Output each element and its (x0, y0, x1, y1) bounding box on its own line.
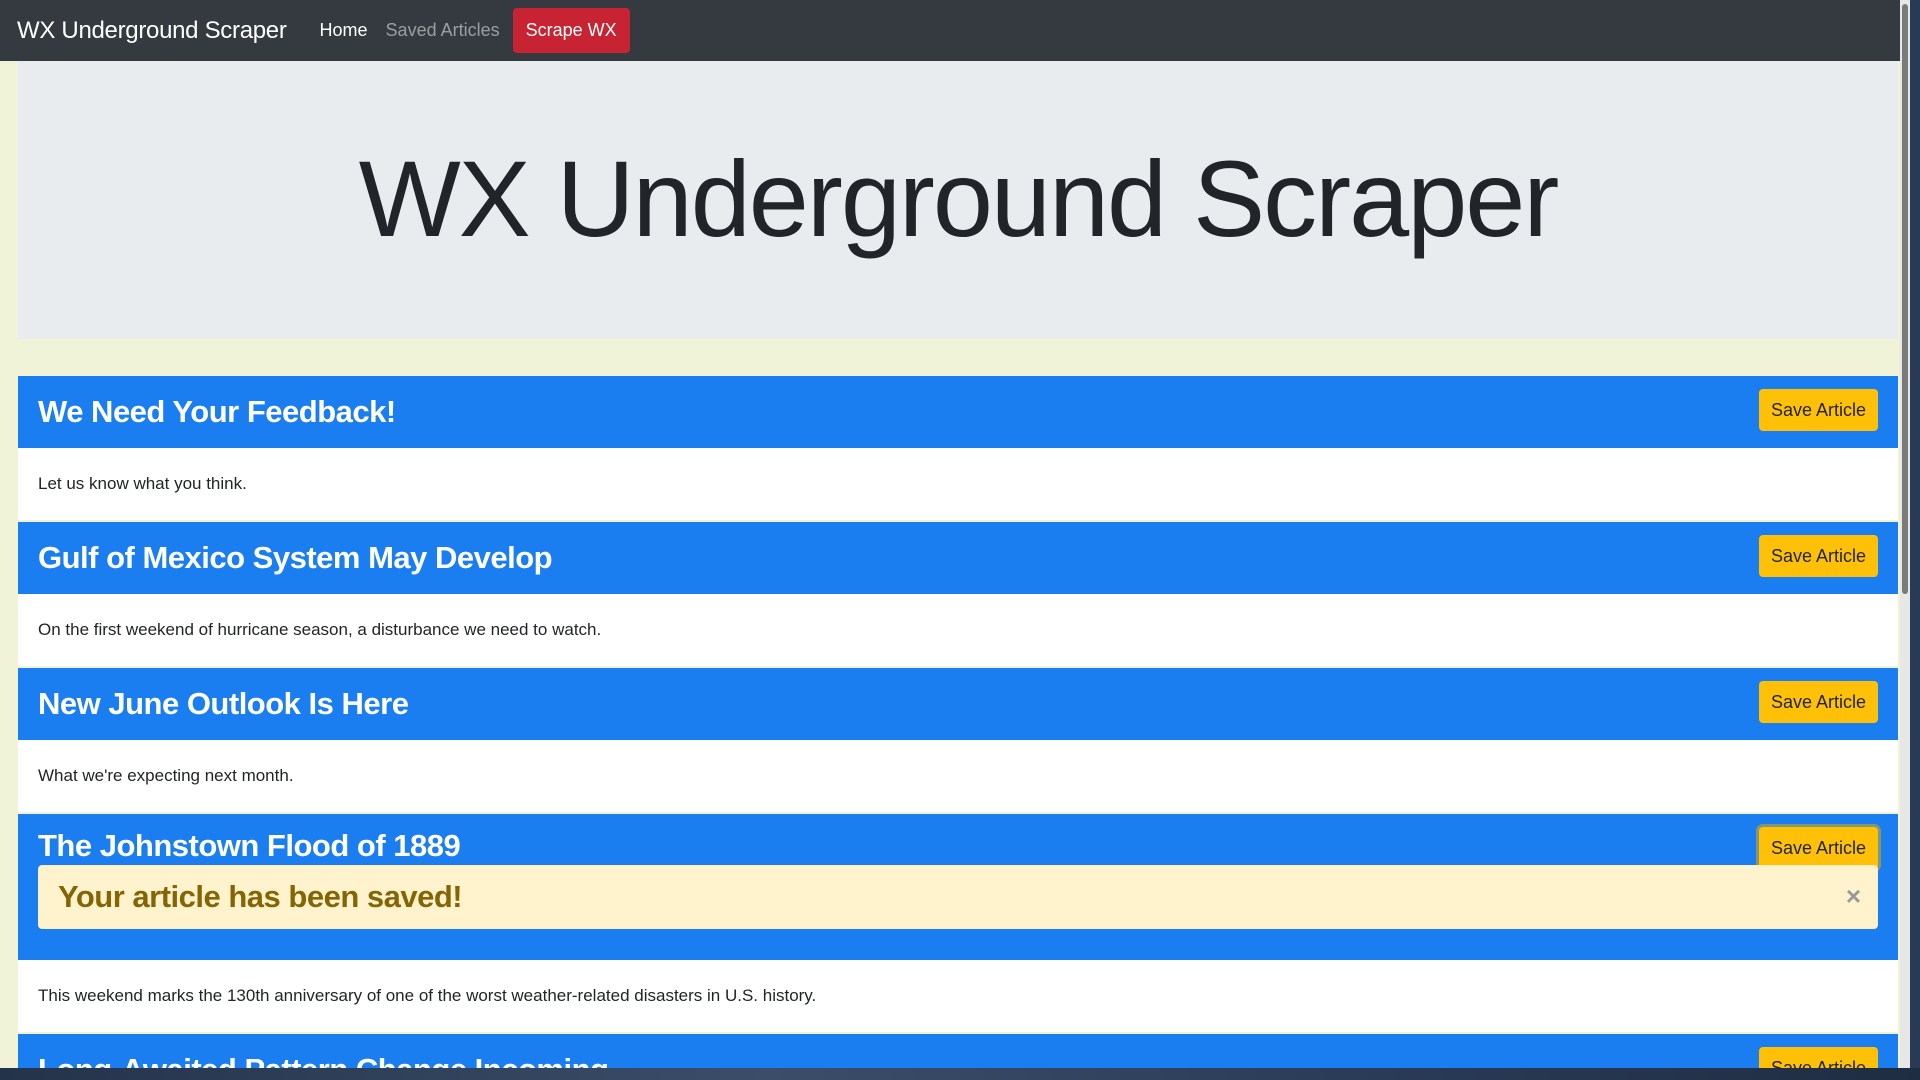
article-title: Gulf of Mexico System May Develop (38, 540, 553, 575)
jumbotron: WX Underground Scraper (18, 61, 1898, 339)
article-header: Gulf of Mexico System May Develop Save A… (18, 522, 1898, 594)
article-card: Gulf of Mexico System May Develop Save A… (18, 522, 1898, 666)
article-summary: Let us know what you think. (38, 474, 247, 493)
vertical-scrollbar[interactable] (1900, 0, 1910, 1068)
article-card: The Johnstown Flood of 1889 Save Article… (18, 814, 1898, 1032)
article-title: We Need Your Feedback! (38, 394, 396, 429)
navbar-brand[interactable]: WX Underground Scraper (17, 17, 287, 45)
article-summary: This weekend marks the 130th anniversary… (38, 986, 817, 1005)
browser-window: WX Underground Scraper Home Saved Articl… (0, 0, 1910, 1068)
scrollbar-thumb[interactable] (1902, 4, 1908, 594)
close-icon[interactable]: × (1846, 881, 1861, 911)
saved-alert: Your article has been saved! × (38, 865, 1878, 929)
article-header: New June Outlook Is Here Save Article (18, 668, 1898, 740)
save-article-button[interactable]: Save Article (1758, 827, 1878, 869)
article-card: We Need Your Feedback! Save Article Let … (18, 376, 1898, 520)
scrape-wx-button[interactable]: Scrape WX (512, 8, 630, 53)
article-header: Long-Awaited Pattern Change Incoming Sav… (18, 1034, 1898, 1068)
article-title: Long-Awaited Pattern Change Incoming (38, 1034, 1878, 1068)
nav-link-home[interactable]: Home (311, 20, 377, 41)
save-article-button[interactable]: Save Article (1758, 389, 1878, 431)
article-card: New June Outlook Is Here Save Article Wh… (18, 668, 1898, 812)
page-title: WX Underground Scraper (358, 137, 1560, 259)
article-summary: What we're expecting next month. (38, 766, 294, 785)
article-list: We Need Your Feedback! Save Article Let … (18, 376, 1898, 1068)
alert-message: Your article has been saved! (58, 879, 463, 914)
save-article-button[interactable]: Save Article (1758, 1047, 1878, 1068)
article-header: The Johnstown Flood of 1889 Save Article… (18, 814, 1898, 960)
save-article-button[interactable]: Save Article (1758, 681, 1878, 723)
navbar: WX Underground Scraper Home Saved Articl… (0, 0, 1910, 61)
article-card: Long-Awaited Pattern Change Incoming Sav… (18, 1034, 1898, 1068)
article-header: We Need Your Feedback! Save Article (18, 376, 1898, 448)
save-article-button[interactable]: Save Article (1758, 535, 1878, 577)
article-summary: On the first weekend of hurricane season… (38, 620, 602, 639)
desktop-background (0, 1068, 1920, 1080)
article-title: New June Outlook Is Here (38, 686, 409, 721)
nav-link-saved-articles[interactable]: Saved Articles (377, 20, 509, 41)
